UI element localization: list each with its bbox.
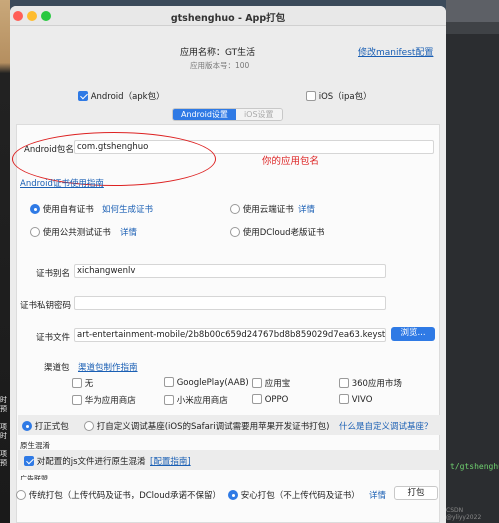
obfuscation-guide-link[interactable]: [配置指南] (150, 455, 191, 467)
build-formal-label: 打正式包 (34, 422, 69, 432)
tab-android-settings[interactable]: Android设置 (173, 109, 236, 120)
background-char: 项 (0, 423, 7, 431)
tab-ios-settings[interactable]: iOS设置 (235, 109, 282, 120)
editor-toolbar (446, 22, 499, 34)
watermark: CSDN @yliyy2022 (446, 507, 482, 521)
channel-checkbox[interactable] (252, 378, 262, 388)
native-obfuscation-checkbox[interactable] (24, 456, 34, 466)
channel-label: 无 (84, 379, 94, 389)
window-title: gtshenghuo - App打包 (170, 13, 286, 24)
traditional-pack-radio[interactable] (16, 490, 26, 500)
native-obfuscation-option[interactable]: 对配置的js文件进行原生混淆 (24, 455, 146, 467)
cert-cloud-option[interactable]: 使用云端证书 (230, 203, 294, 215)
cert-public-test-label: 使用公共测试证书 (42, 228, 111, 238)
channel-checkbox[interactable] (72, 378, 82, 388)
build-custom-radio[interactable] (84, 421, 94, 431)
channel-option[interactable]: GooglePlay(AAB) (164, 377, 249, 388)
channel-option[interactable]: 无 (72, 377, 93, 389)
build-custom-option[interactable]: 打自定义调试基座(iOS的Safari调试需要用苹果开发证书打包) (84, 420, 329, 432)
ios-platform-label: iOS（ipa包） (318, 92, 372, 102)
build-formal-option[interactable]: 打正式包 (22, 420, 69, 432)
cert-cloud-radio[interactable] (230, 204, 240, 214)
background-char: 项 (0, 450, 7, 458)
cert-dcloud-old-radio[interactable] (230, 227, 240, 237)
traditional-pack-label: 传统打包（上传代码及证书，DCloud承诺不保留） (28, 491, 222, 501)
build-custom-label: 打自定义调试基座(iOS的Safari调试需要用苹果开发证书打包) (96, 422, 330, 432)
channel-checkbox[interactable] (164, 377, 174, 387)
ios-platform-option[interactable]: iOS（ipa包） (306, 90, 372, 102)
channel-option[interactable]: 小米应用商店 (164, 394, 228, 406)
android-checkbox[interactable] (78, 91, 88, 101)
cert-public-detail-link[interactable]: 详情 (120, 226, 137, 238)
terminal-text: t/gtshenghu (450, 462, 499, 471)
safe-pack-label: 安心打包（不上传代码及证书） (240, 491, 360, 501)
cert-public-test-option[interactable]: 使用公共测试证书 (30, 226, 111, 238)
android-platform-label: Android（apk包） (90, 92, 165, 102)
modify-manifest-link[interactable]: 修改manifest配置 (358, 45, 433, 58)
cert-own-option[interactable]: 使用自有证书 (30, 203, 94, 215)
cert-cloud-label: 使用云端证书 (242, 205, 294, 215)
ios-checkbox[interactable] (306, 91, 316, 101)
channel-checkbox[interactable] (339, 378, 349, 388)
ad-alliance-section: 广告联盟 (20, 475, 48, 480)
cert-dcloud-old-option[interactable]: 使用DCloud老版证书 (230, 226, 325, 238)
platform-settings-tabs: Android设置 iOS设置 (172, 108, 283, 121)
android-platform-option[interactable]: Android（apk包） (78, 90, 165, 102)
channel-checkbox[interactable] (72, 395, 82, 405)
cert-file-input[interactable]: art-entertainment-mobile/2b8b00c659d2476… (74, 328, 386, 342)
cert-dcloud-old-label: 使用DCloud老版证书 (242, 228, 325, 238)
channel-checkbox[interactable] (339, 394, 349, 404)
cert-own-radio[interactable] (30, 204, 40, 214)
app-version: 应用版本号：100 (190, 61, 250, 70)
cert-password-input[interactable] (74, 296, 386, 310)
channel-label: GooglePlay(AAB) (176, 378, 249, 388)
editor-tab-strip (446, 0, 499, 22)
background-char: 时 (0, 396, 7, 404)
channel-checkbox[interactable] (252, 394, 262, 404)
background-char: 预 (0, 459, 7, 467)
native-obfuscation-label: 对配置的js文件进行原生混淆 (36, 457, 146, 467)
package-annotation: 你的应用包名 (262, 156, 320, 167)
app-name: 应用名称：GT生活 (180, 48, 256, 58)
app-pack-window: gtshenghuo - App打包 应用名称：GT生活 应用版本号：100 修… (10, 6, 446, 523)
title-bar: gtshenghuo - App打包 (10, 6, 446, 26)
cert-own-label: 使用自有证书 (42, 205, 94, 215)
channel-label: 华为应用商店 (84, 396, 136, 406)
channels-guide-link[interactable]: 渠道包制作指南 (78, 361, 138, 373)
cert-alias-input[interactable]: xichangwenlv (74, 264, 386, 278)
background-char: 预 (0, 405, 7, 413)
channels-label: 渠道包 (44, 363, 70, 373)
channel-option[interactable]: 应用宝 (252, 377, 290, 389)
channel-option[interactable]: 华为应用商店 (72, 394, 136, 406)
cert-alias-label: 证书别名 (36, 269, 71, 279)
channel-label: 小米应用商店 (176, 396, 228, 406)
build-formal-radio[interactable] (22, 421, 32, 431)
channel-checkbox[interactable] (164, 395, 174, 405)
background-char: 时 (0, 432, 7, 440)
pack-detail-link[interactable]: 详情 (369, 489, 386, 501)
cert-password-label: 证书私钥密码 (20, 301, 72, 311)
safe-pack-radio[interactable] (228, 490, 238, 500)
channel-option[interactable]: 360应用市场 (339, 377, 402, 389)
channel-option[interactable]: VIVO (339, 394, 372, 405)
cert-guide-link[interactable]: Android证书使用指南 (20, 177, 104, 189)
channel-label: OPPO (264, 395, 289, 405)
background-editor: t/gtshenghu CSDN @yliyy2022 (446, 0, 499, 523)
cert-public-test-radio[interactable] (30, 227, 40, 237)
how-to-generate-cert-link[interactable]: 如何生成证书 (102, 203, 153, 215)
channel-option[interactable]: OPPO (252, 394, 288, 405)
channel-label: VIVO (351, 395, 373, 405)
browse-button[interactable]: 浏览... (391, 327, 435, 341)
safe-pack-option[interactable]: 安心打包（不上传代码及证书） (228, 489, 360, 501)
cert-cloud-detail-link[interactable]: 详情 (298, 203, 315, 215)
pack-button[interactable]: 打包 (394, 486, 438, 500)
cert-file-label: 证书文件 (36, 333, 71, 343)
channel-label: 360应用市场 (351, 379, 402, 389)
traditional-pack-option[interactable]: 传统打包（上传代码及证书，DCloud承诺不保留） (16, 489, 221, 501)
background-left: 时 预 项 时 项 预 (0, 0, 10, 523)
channel-label: 应用宝 (264, 379, 291, 389)
what-is-custom-base-link[interactable]: 什么是自定义调试基座？ (339, 420, 433, 432)
